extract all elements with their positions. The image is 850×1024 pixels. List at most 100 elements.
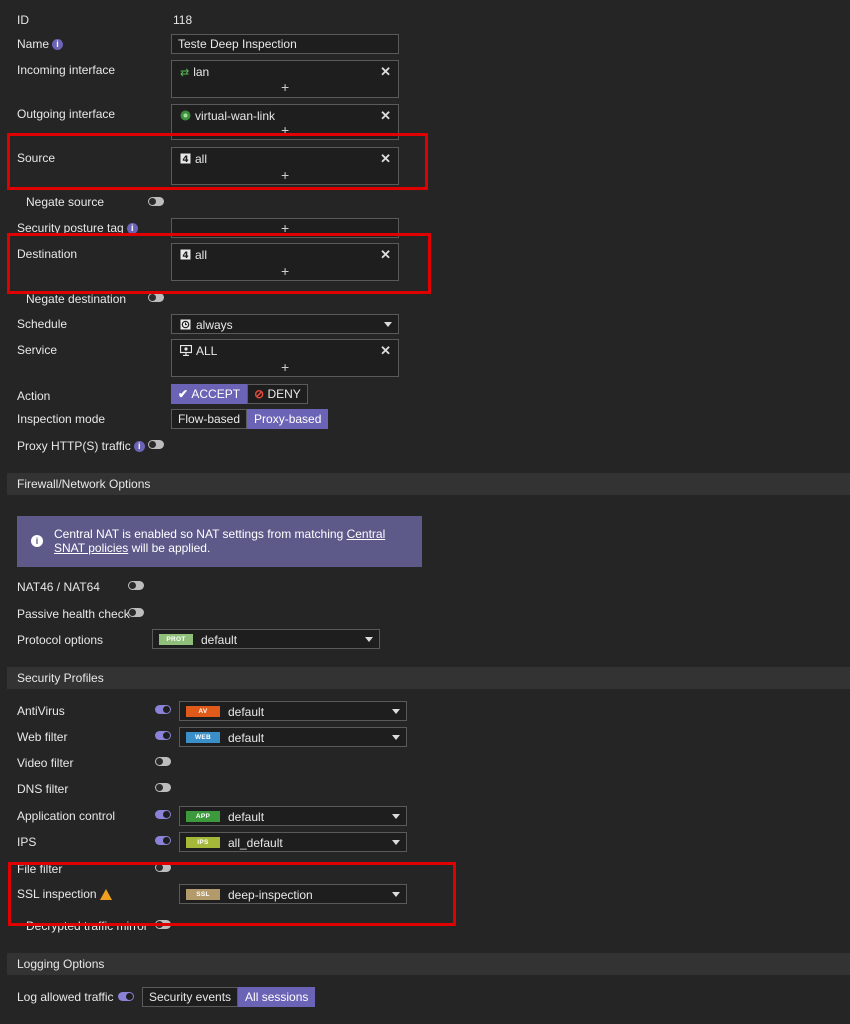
negate-source-label: Negate source: [26, 195, 105, 209]
notice-text: Central NAT is enabled so NAT settings f…: [54, 527, 414, 555]
webfilter-label: Web filter: [17, 730, 68, 744]
action-selector: ✔ ACCEPT ⊘ DENY: [171, 384, 308, 404]
log-allowed-toggle[interactable]: [118, 992, 134, 1001]
name-label-text: Name: [17, 37, 50, 51]
video-filter-toggle[interactable]: [155, 757, 171, 766]
chevron-down-icon: [392, 735, 400, 740]
service-field[interactable]: ALL ✕ +: [171, 339, 399, 377]
source-highlight-box: [7, 133, 428, 190]
app-control-value: default: [228, 810, 265, 824]
nat46-toggle[interactable]: [128, 581, 144, 590]
incoming-interface-value: lan: [193, 65, 210, 79]
ips-label: IPS: [17, 835, 37, 849]
accept-button[interactable]: ✔ ACCEPT: [171, 384, 248, 404]
firewall-section-header: Firewall/Network Options: [7, 473, 850, 495]
antivirus-select[interactable]: AV default: [179, 701, 407, 721]
app-control-label: Application control: [17, 809, 116, 823]
incoming-interface-item: ⇄ lan: [180, 65, 209, 79]
id-value: 118: [173, 13, 193, 27]
chevron-down-icon: [392, 840, 400, 845]
ips-toggle[interactable]: [155, 836, 171, 845]
webfilter-value: default: [228, 731, 265, 745]
prot-badge: PROT: [159, 634, 193, 645]
logging-options-header: Logging Options: [7, 953, 850, 975]
check-icon: ✔: [178, 387, 192, 401]
app-control-toggle[interactable]: [155, 810, 171, 819]
remove-icon[interactable]: ✕: [380, 64, 391, 80]
antivirus-value: default: [228, 705, 265, 719]
notice-text-end: will be applied.: [128, 541, 211, 555]
web-badge: WEB: [186, 732, 220, 743]
add-icon[interactable]: +: [281, 79, 289, 95]
schedule-select[interactable]: always: [171, 314, 399, 334]
security-events-button[interactable]: Security events: [142, 987, 239, 1007]
logging-options-title: Logging Options: [17, 957, 105, 971]
antivirus-toggle[interactable]: [155, 705, 171, 714]
dns-filter-label: DNS filter: [17, 782, 69, 796]
negate-destination-toggle[interactable]: [148, 293, 164, 302]
outgoing-interface-item: virtual-wan-link: [180, 109, 275, 124]
info-icon[interactable]: i: [52, 39, 64, 51]
proxy-traffic-label: Proxy HTTP(S) traffic i: [17, 439, 145, 453]
outgoing-interface-label: Outgoing interface: [17, 107, 116, 121]
passive-health-toggle[interactable]: [128, 608, 144, 617]
remove-icon[interactable]: ✕: [380, 343, 391, 359]
deny-icon: ⊘: [254, 387, 268, 401]
proxy-traffic-toggle[interactable]: [148, 440, 164, 449]
sd-wan-icon: [180, 110, 191, 124]
remove-icon[interactable]: ✕: [380, 108, 391, 124]
chevron-down-icon: [365, 637, 373, 642]
accept-label: ACCEPT: [191, 387, 241, 401]
central-nat-notice: i Central NAT is enabled so NAT settings…: [17, 516, 422, 567]
av-badge: AV: [186, 706, 220, 717]
service-value: ALL: [196, 344, 218, 358]
add-icon[interactable]: +: [281, 359, 289, 375]
name-field[interactable]: Teste Deep Inspection: [171, 34, 399, 54]
ssl-highlight-box: [8, 862, 456, 926]
log-allowed-label: Log allowed traffic: [17, 990, 114, 1004]
dns-filter-toggle[interactable]: [155, 783, 171, 792]
service-label: Service: [17, 343, 58, 357]
service-icon: [179, 344, 193, 359]
all-sessions-button[interactable]: All sessions: [238, 987, 316, 1007]
inspection-mode-selector: Flow-based Proxy-based: [171, 409, 329, 429]
name-label: Name i: [17, 37, 64, 51]
protocol-options-value: default: [201, 633, 238, 647]
webfilter-toggle[interactable]: [155, 731, 171, 740]
chevron-down-icon: [384, 322, 392, 327]
proxy-traffic-label-text: Proxy HTTP(S) traffic: [17, 439, 131, 453]
incoming-interface-field[interactable]: ⇄ lan ✕ +: [171, 60, 399, 98]
app-control-select[interactable]: APP default: [179, 806, 407, 826]
chevron-down-icon: [392, 709, 400, 714]
interface-icon: ⇄: [180, 67, 190, 80]
inspection-mode-label: Inspection mode: [17, 412, 106, 426]
outgoing-interface-value: virtual-wan-link: [195, 109, 276, 123]
flow-based-button[interactable]: Flow-based: [171, 409, 248, 429]
schedule-label: Schedule: [17, 317, 68, 331]
destination-highlight-box: [7, 233, 431, 294]
ips-select[interactable]: IPS all_default: [179, 832, 407, 852]
ips-value: all_default: [228, 836, 283, 850]
info-icon[interactable]: i: [133, 441, 145, 453]
negate-destination-label: Negate destination: [26, 292, 127, 306]
protocol-options-label: Protocol options: [17, 633, 104, 647]
security-profiles-header: Security Profiles: [7, 667, 850, 689]
protocol-options-select[interactable]: PROT default: [152, 629, 380, 649]
webfilter-select[interactable]: WEB default: [179, 727, 407, 747]
clock-icon: [180, 319, 191, 333]
security-profiles-title: Security Profiles: [17, 671, 104, 685]
deny-label: DENY: [267, 387, 301, 401]
nat46-label: NAT46 / NAT64: [17, 580, 100, 594]
negate-source-toggle[interactable]: [148, 197, 164, 206]
log-mode-selector: Security events All sessions: [142, 987, 316, 1007]
passive-health-label: Passive health check: [17, 607, 130, 621]
app-badge: APP: [186, 811, 220, 822]
schedule-value: always: [196, 318, 233, 332]
proxy-based-button[interactable]: Proxy-based: [247, 409, 329, 429]
deny-button[interactable]: ⊘ DENY: [247, 384, 308, 404]
service-item: ALL: [179, 344, 218, 359]
chevron-down-icon: [392, 814, 400, 819]
action-label: Action: [17, 389, 51, 403]
incoming-interface-label: Incoming interface: [17, 63, 116, 77]
id-label: ID: [17, 13, 29, 27]
